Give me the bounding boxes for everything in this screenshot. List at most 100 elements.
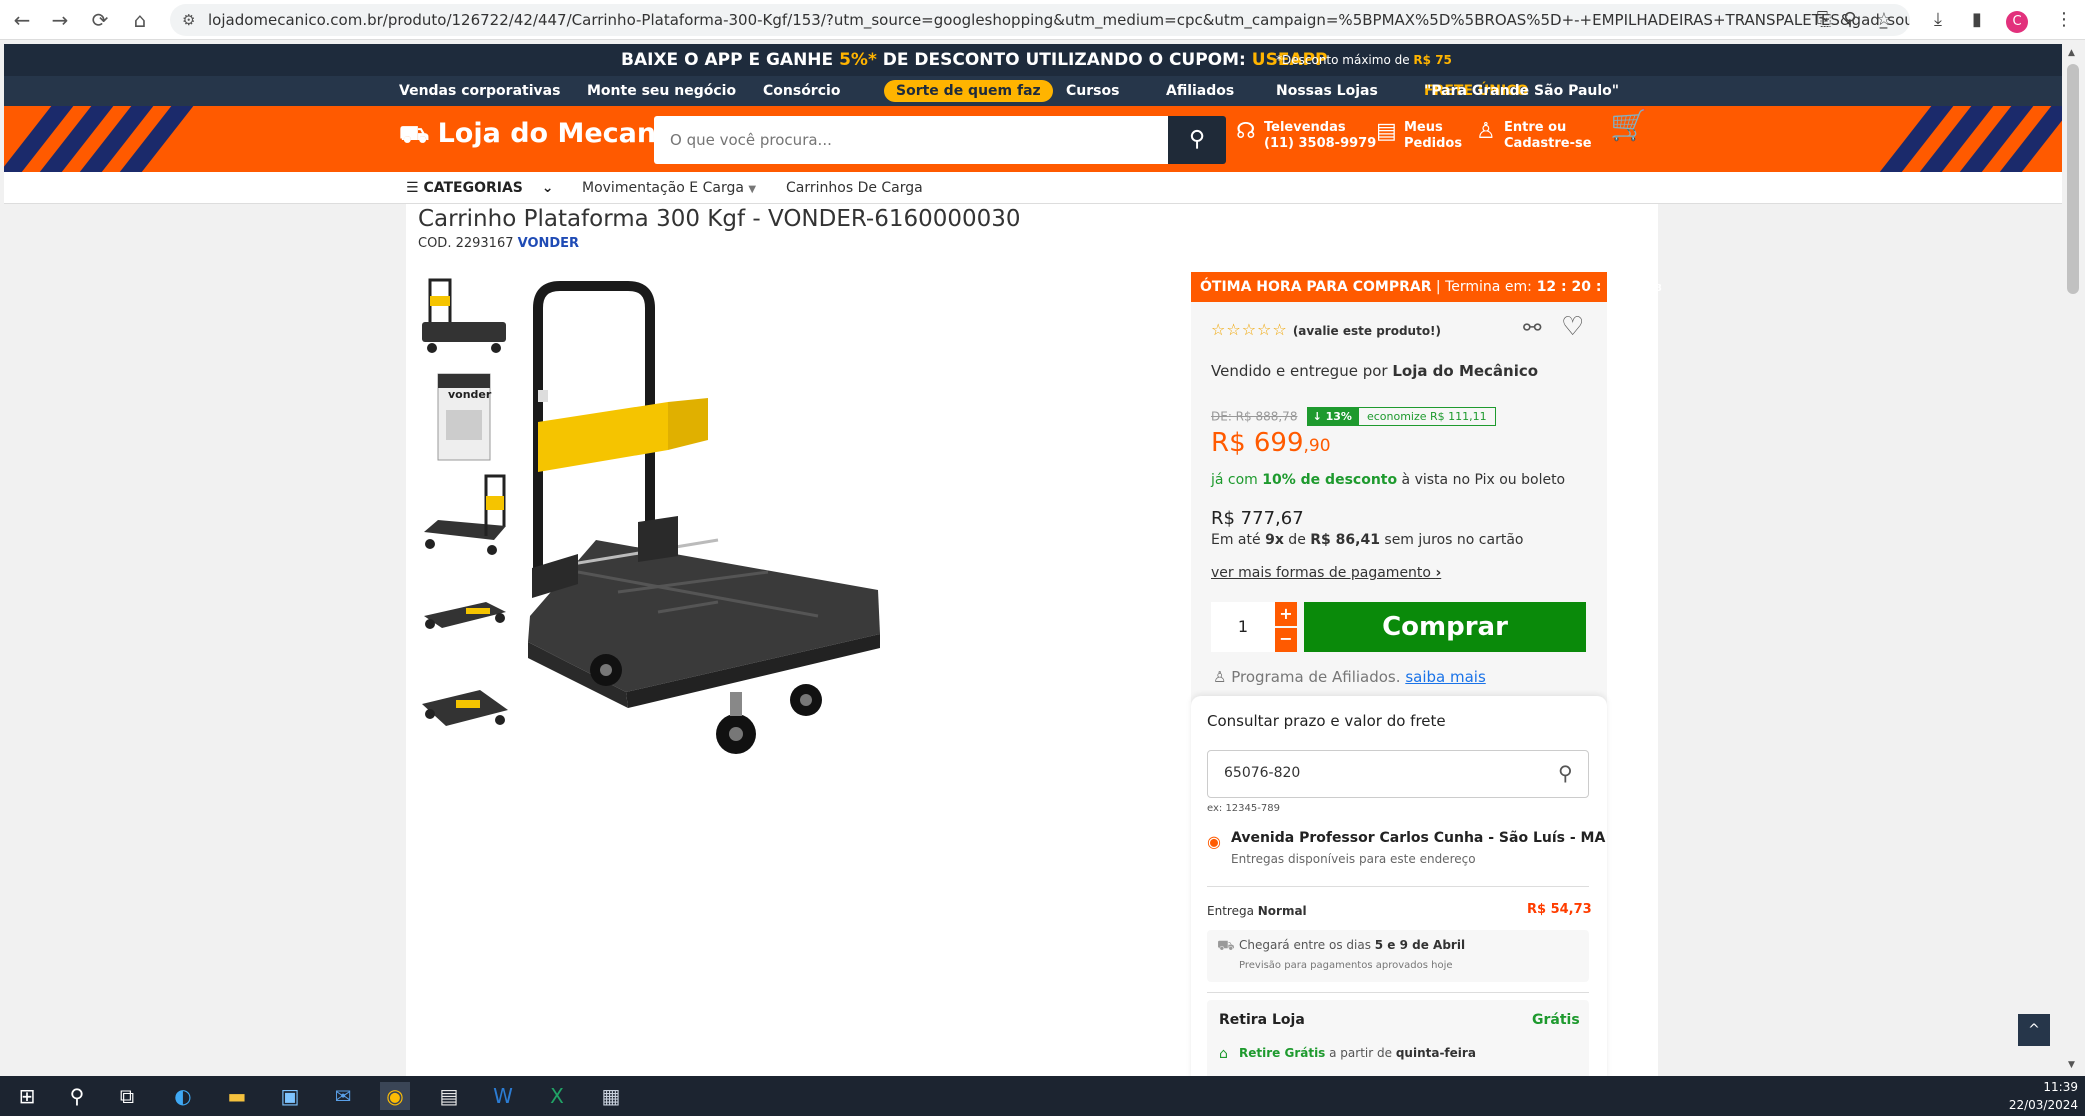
home-icon[interactable]: ⌂	[126, 6, 154, 34]
product-brand[interactable]: VONDER	[518, 236, 579, 251]
breadcrumb-carrinhos[interactable]: Carrinhos De Carga	[786, 172, 923, 204]
thumbnail-2[interactable]: vonder	[416, 372, 512, 462]
quantity-input[interactable]: 1	[1211, 602, 1275, 652]
profile-avatar[interactable]: C	[2003, 6, 2031, 34]
more-payments-link[interactable]: ver mais formas de pagamento ›	[1211, 565, 1441, 581]
search-button[interactable]: ⚲	[1168, 116, 1226, 164]
categories-menu[interactable]: ☰ CATEGORIAS ⌄	[406, 172, 553, 204]
breadcrumb-1-label: Movimentação E Carga	[582, 180, 744, 196]
task-view-icon[interactable]: ⧉	[112, 1082, 142, 1110]
page-scrollbar[interactable]: ▲ ▼	[2062, 44, 2085, 1076]
excel-icon[interactable]: X	[542, 1082, 572, 1110]
normal-note: Previsão para pagamentos aprovados hoje	[1239, 960, 1453, 971]
back-icon[interactable]: ←	[8, 6, 36, 34]
install-app-icon[interactable]: ⎘	[1810, 6, 1838, 34]
scroll-up-icon[interactable]: ▲	[2068, 48, 2075, 58]
star-rating-icon: ☆☆☆☆☆	[1211, 320, 1288, 339]
edge-icon[interactable]: ◐	[168, 1082, 198, 1110]
buy-button[interactable]: Comprar	[1304, 602, 1586, 652]
search-box	[654, 116, 1174, 164]
normal-delivery-details: ⛟ Chegará entre os dias 5 e 9 de Abril P…	[1207, 930, 1589, 982]
deal-timer-bar: ÓTIMA HORA PARA COMPRAR | Termina em: 12…	[1191, 272, 1662, 302]
zoom-icon[interactable]: ⚲	[1836, 6, 1864, 34]
normal-delivery-label: Entrega Normal	[1207, 904, 1307, 918]
thumbnail-1[interactable]	[416, 274, 512, 364]
app-icon[interactable]: ▤	[434, 1082, 464, 1110]
download-icon[interactable]: ⤓	[1924, 6, 1952, 34]
thumbnail-4[interactable]	[416, 566, 512, 656]
discount-percent: 13%	[1325, 410, 1352, 423]
normal-label: Normal	[1257, 904, 1307, 918]
breadcrumb-movimentacao[interactable]: Movimentação E Carga ▼	[582, 172, 756, 206]
cep-search-icon[interactable]: ⚲	[1558, 761, 1573, 785]
quantity-increment-button[interactable]: +	[1275, 602, 1297, 626]
thumbnail-box-label: vonder	[448, 388, 492, 401]
old-price: DE: R$ 888,78	[1211, 409, 1298, 424]
cart-icon[interactable]: 🛒	[1610, 111, 1647, 141]
bookmark-star-icon[interactable]: ☆	[1870, 6, 1898, 34]
heart-icon[interactable]: ♡	[1561, 312, 1584, 342]
store-icon[interactable]: ▣	[275, 1082, 305, 1110]
caret-down-icon: ▼	[748, 184, 757, 195]
main-product-image[interactable]	[518, 272, 1018, 792]
nav-vendas-corporativas[interactable]: Vendas corporativas	[399, 76, 560, 106]
pickup-prefix: Retire Grátis	[1239, 1046, 1326, 1060]
word-icon[interactable]: W	[488, 1082, 518, 1110]
person-icon: ♙	[1213, 668, 1227, 686]
pickup-day: quinta-feira	[1395, 1046, 1476, 1060]
installments-mid: de	[1283, 532, 1311, 548]
side-panel-icon[interactable]: ▮	[1963, 6, 1991, 34]
windows-start-icon[interactable]: ⊞	[12, 1082, 42, 1110]
back-to-top-button[interactable]: ^	[2018, 1014, 2050, 1046]
calculator-icon[interactable]: ▦	[596, 1082, 626, 1110]
affiliate-link[interactable]: saiba mais	[1405, 668, 1485, 686]
reload-icon[interactable]: ⟳	[86, 6, 114, 34]
nav-sorte-de-quem-faz[interactable]: Sorte de quem faz	[884, 80, 1053, 102]
chevron-down-icon: ⌄	[541, 180, 554, 196]
normal-prefix: Entrega	[1207, 904, 1258, 918]
quantity-decrement-button[interactable]: −	[1275, 628, 1297, 652]
nav-consorcio[interactable]: Consórcio	[763, 76, 840, 106]
promo-percent: 5%*	[839, 50, 877, 70]
search-icon[interactable]: ⚲	[62, 1082, 92, 1110]
timer-prefix: Termina em:	[1445, 279, 1532, 295]
chrome-icon[interactable]: ◉	[380, 1082, 410, 1110]
share-icon[interactable]: ⚯	[1523, 316, 1541, 341]
price-cents: ,90	[1303, 436, 1331, 456]
pickup-option[interactable]: Retira Loja Grátis ⌂ Retire Grátis a par…	[1207, 1000, 1589, 1076]
mail-icon[interactable]: ✉	[328, 1082, 358, 1110]
address-note: Entregas disponíveis para este endereço	[1231, 852, 1476, 866]
purchase-card: ÓTIMA HORA PARA COMPRAR | Termina em: 12…	[1191, 272, 1662, 1076]
menu-dots-icon[interactable]: ⋮	[2050, 6, 2078, 34]
sold-by-name: Loja do Mecânico	[1392, 362, 1539, 380]
installments-n: 9x	[1265, 532, 1284, 548]
nav-cursos[interactable]: Cursos	[1066, 76, 1119, 106]
shipping-address: Avenida Professor Carlos Cunha - São Luí…	[1231, 830, 1606, 846]
thumbnail-3[interactable]	[416, 470, 512, 560]
file-explorer-icon[interactable]: ▬	[222, 1082, 252, 1110]
nav-afiliados[interactable]: Afiliados	[1166, 76, 1234, 106]
nav-nossas-lojas[interactable]: Nossas Lojas	[1276, 76, 1378, 106]
search-input[interactable]	[654, 116, 1174, 164]
pix-discount: já com 10% de desconto à vista no Pix ou…	[1211, 472, 1565, 488]
product-code: COD. 2293167 VONDER	[418, 236, 579, 251]
promo-prefix: BAIXE O APP E GANHE	[621, 50, 840, 70]
thumbnail-5[interactable]	[416, 662, 512, 752]
scroll-down-icon[interactable]: ▼	[2068, 1060, 2075, 1070]
more-payments-label: ver mais formas de pagamento	[1211, 565, 1431, 581]
scrollbar-thumb[interactable]	[2067, 64, 2079, 294]
site-info-icon[interactable]: ⚙	[182, 4, 195, 36]
nav-monte-seu-negocio[interactable]: Monte seu negócio	[587, 76, 736, 106]
normal-eta-prefix: Chegará entre os dias	[1239, 938, 1375, 952]
address-bar[interactable]: ⚙ lojadomecanico.com.br/produto/126722/4…	[170, 4, 1910, 36]
pickup-price: Grátis	[1532, 1012, 1580, 1028]
normal-eta-dates: 5 e 9 de Abril	[1374, 938, 1466, 952]
cep-input[interactable]: 65076-820 ⚲	[1207, 750, 1589, 798]
promo-bar[interactable]: BAIXE O APP E GANHE 5%* DE DESCONTO UTIL…	[4, 44, 2062, 76]
location-pin-icon: ◉	[1207, 832, 1221, 851]
promo-note-value: R$ 75	[1413, 53, 1452, 67]
rating-row[interactable]: ☆☆☆☆☆ (avalie este produto!)	[1211, 320, 1441, 339]
forward-icon[interactable]: →	[46, 6, 74, 34]
frete-text: "Para Grande São Paulo"	[1424, 83, 1620, 99]
affiliate-text: Programa de Afiliados.	[1231, 668, 1401, 686]
